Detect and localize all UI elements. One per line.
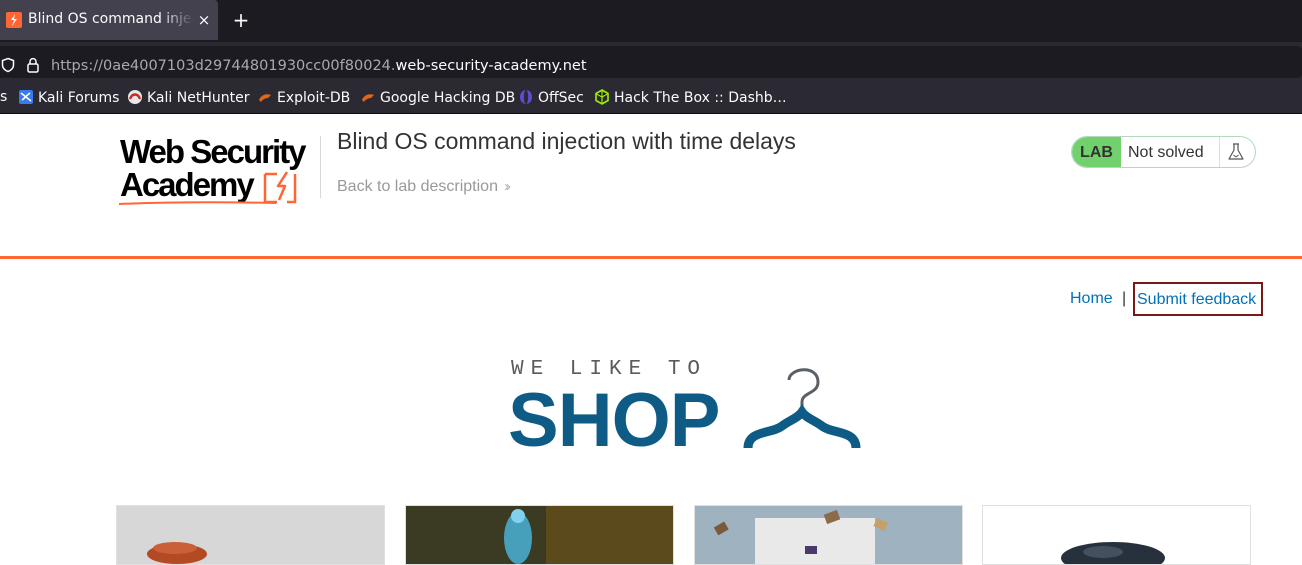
bookmark-exploit-db[interactable]: Exploit-DB [257,89,350,107]
nethunter-icon [128,90,142,104]
product-image [695,506,962,564]
bookmark-offsec[interactable]: OffSec [518,89,584,107]
bookmark-ghdb[interactable]: Google Hacking DB [360,89,515,107]
logo-underline-icon [118,201,277,205]
product-card[interactable] [116,505,385,565]
shop-logo-word: SHOP [508,378,720,463]
url-domain: web-security-academy.net [395,58,587,74]
logo-line1: Web Security [120,133,306,170]
product-card[interactable] [982,505,1251,565]
bookmark-label: Hack The Box :: Dashb… [614,90,787,106]
header-divider [320,136,321,198]
url-prefix: https://0ae4007103d29744801930cc00f80024… [51,58,396,74]
double-chevron-right-icon: ›› [503,178,511,195]
lab-status-widget: LAB Not solved [1071,136,1256,168]
product-image [117,506,384,564]
product-image [406,506,673,564]
back-to-lab-description-link[interactable]: Back to lab description ›› [337,178,511,196]
product-card[interactable] [405,505,674,565]
header-orange-rule [0,256,1302,259]
product-card[interactable] [694,505,963,565]
new-tab-button[interactable]: + [230,9,252,31]
bookmark-label: Google Hacking DB [380,90,516,106]
bookmark-kali-nethunter[interactable]: Kali NetHunter [127,89,249,107]
bookmark-label: OffSec [538,90,584,106]
bookmark-kali-forums[interactable]: Kali Forums [18,89,119,107]
lab-status-text: Not solved [1128,144,1204,161]
browser-navbar: https://0ae4007103d29744801930cc00f80024… [0,42,1302,80]
bookmark-label: Kali Forums [38,90,120,106]
product-image [983,506,1250,564]
url-text[interactable]: https://0ae4007103d29744801930cc00f80024… [51,58,587,74]
flask-icon [1228,143,1244,160]
browser-tabstrip: Blind OS command injection with time del… [0,0,1302,42]
back-link-label: Back to lab description [337,178,498,195]
home-link[interactable]: Home [1070,290,1113,308]
hanger-icon [743,368,861,449]
web-security-academy-logo[interactable]: Web Security Academy [118,134,318,208]
portswigger-favicon-icon [6,12,22,28]
htb-icon [595,89,609,105]
bookmark-label: Kali NetHunter [147,90,250,106]
exploitdb-icon [259,94,271,102]
ghdb-icon [362,94,374,102]
logo-line2: Academy [120,166,255,203]
kali-icon [19,90,33,104]
bookmark-label: s [0,89,8,105]
lock-icon[interactable] [26,57,40,73]
bookmark-hackthebox[interactable]: Hack The Box :: Dashb… [594,89,787,107]
url-bar[interactable]: https://0ae4007103d29744801930cc00f80024… [0,46,1302,78]
bookmark-label: Exploit-DB [277,90,351,106]
academy-bolt-icon [263,171,297,204]
bookmark-truncated[interactable]: s [0,89,7,107]
tab-title: Blind OS command injection with time del… [28,11,194,27]
nav-separator: | [1122,290,1127,307]
bookmarks-toolbar: s Kali Forums Kali NetHunter Exploit-DB … [0,80,1302,114]
browser-tab-active[interactable]: Blind OS command injection with time del… [0,0,218,40]
submit-feedback-link[interactable]: Submit feedback [1133,282,1263,316]
offsec-icon [520,90,532,104]
submit-feedback-label: Submit feedback [1137,291,1257,308]
lab-badge: LAB [1072,137,1121,167]
tracking-shield-icon[interactable] [0,57,16,73]
lab-status-divider [1219,137,1220,167]
lab-title: Blind OS command injection with time del… [337,128,796,154]
tab-close-icon[interactable]: × [196,10,212,30]
